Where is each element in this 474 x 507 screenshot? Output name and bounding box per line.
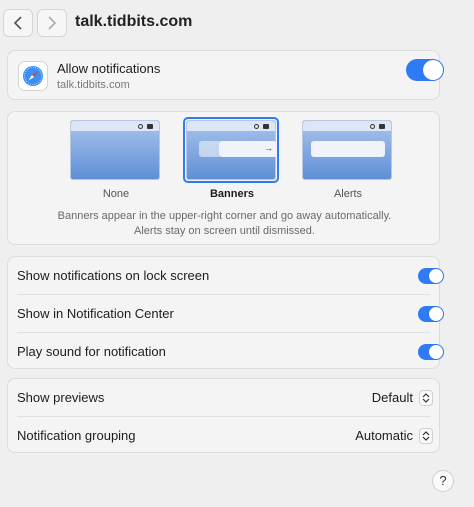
show-previews-value[interactable]: Default [372,390,413,405]
site-domain-label: talk.tidbits.com [57,79,130,91]
lock-screen-toggle[interactable] [418,268,444,284]
lock-screen-label: Show notifications on lock screen [17,268,210,283]
preview-grouping-card: Show previews Default Notification group… [7,378,440,453]
notification-grouping-label: Notification grouping [17,428,136,443]
chevron-right-icon [48,16,57,30]
show-previews-popup[interactable] [419,390,433,406]
notification-options-card: Show notifications on lock screen Show i… [7,256,444,370]
notification-settings-window: talk.tidbits.com Allow notifications tal… [0,0,474,507]
menubar-icons [138,121,153,131]
notification-center-label: Show in Notification Center [17,306,174,321]
toggle-knob [423,60,443,80]
back-button[interactable] [3,9,33,37]
menubar-icons [370,121,385,131]
allow-notifications-card: Allow notifications talk.tidbits.com [7,50,444,100]
toggle-row-play-sound: Play sound for notification [8,333,444,370]
style-label-banners: Banners [209,188,255,200]
none-preview [70,120,160,180]
toggle-row-notification-center: Show in Notification Center [8,295,444,332]
allow-notifications-toggle[interactable] [406,59,444,81]
alert-style-card: None → Banners Alerts Banners appear in … [7,111,440,245]
banners-preview: → [183,117,279,183]
style-option-none[interactable]: None [70,120,162,200]
style-option-alerts[interactable]: Alerts [302,120,394,200]
help-button[interactable]: ? [432,470,454,492]
selection-highlight [183,117,279,183]
show-previews-label: Show previews [17,390,105,405]
style-label-none: None [102,188,130,200]
up-down-chevron-icon [422,393,430,403]
toggle-row-lock-screen: Show notifications on lock screen [8,257,444,294]
play-sound-label: Play sound for notification [17,344,166,359]
style-description: Banners appear in the upper-right corner… [57,210,392,237]
style-label-alerts: Alerts [333,188,363,200]
up-down-chevron-icon [422,431,430,441]
forward-button[interactable] [37,9,67,37]
alerts-preview [302,120,392,180]
notification-grouping-popup[interactable] [419,428,433,444]
safari-compass-icon [18,61,48,91]
alert-sample [311,141,385,157]
style-option-banners[interactable]: → Banners [183,117,279,200]
chevron-left-icon [13,16,22,30]
play-sound-toggle[interactable] [418,344,444,360]
select-row-grouping: Notification grouping Automatic [8,417,441,454]
allow-notifications-label: Allow notifications [57,61,161,76]
notification-center-toggle[interactable] [418,306,444,322]
select-row-previews: Show previews Default [8,379,441,416]
header: talk.tidbits.com [0,0,474,44]
notification-grouping-value[interactable]: Automatic [355,428,413,443]
page-title: talk.tidbits.com [75,13,193,30]
